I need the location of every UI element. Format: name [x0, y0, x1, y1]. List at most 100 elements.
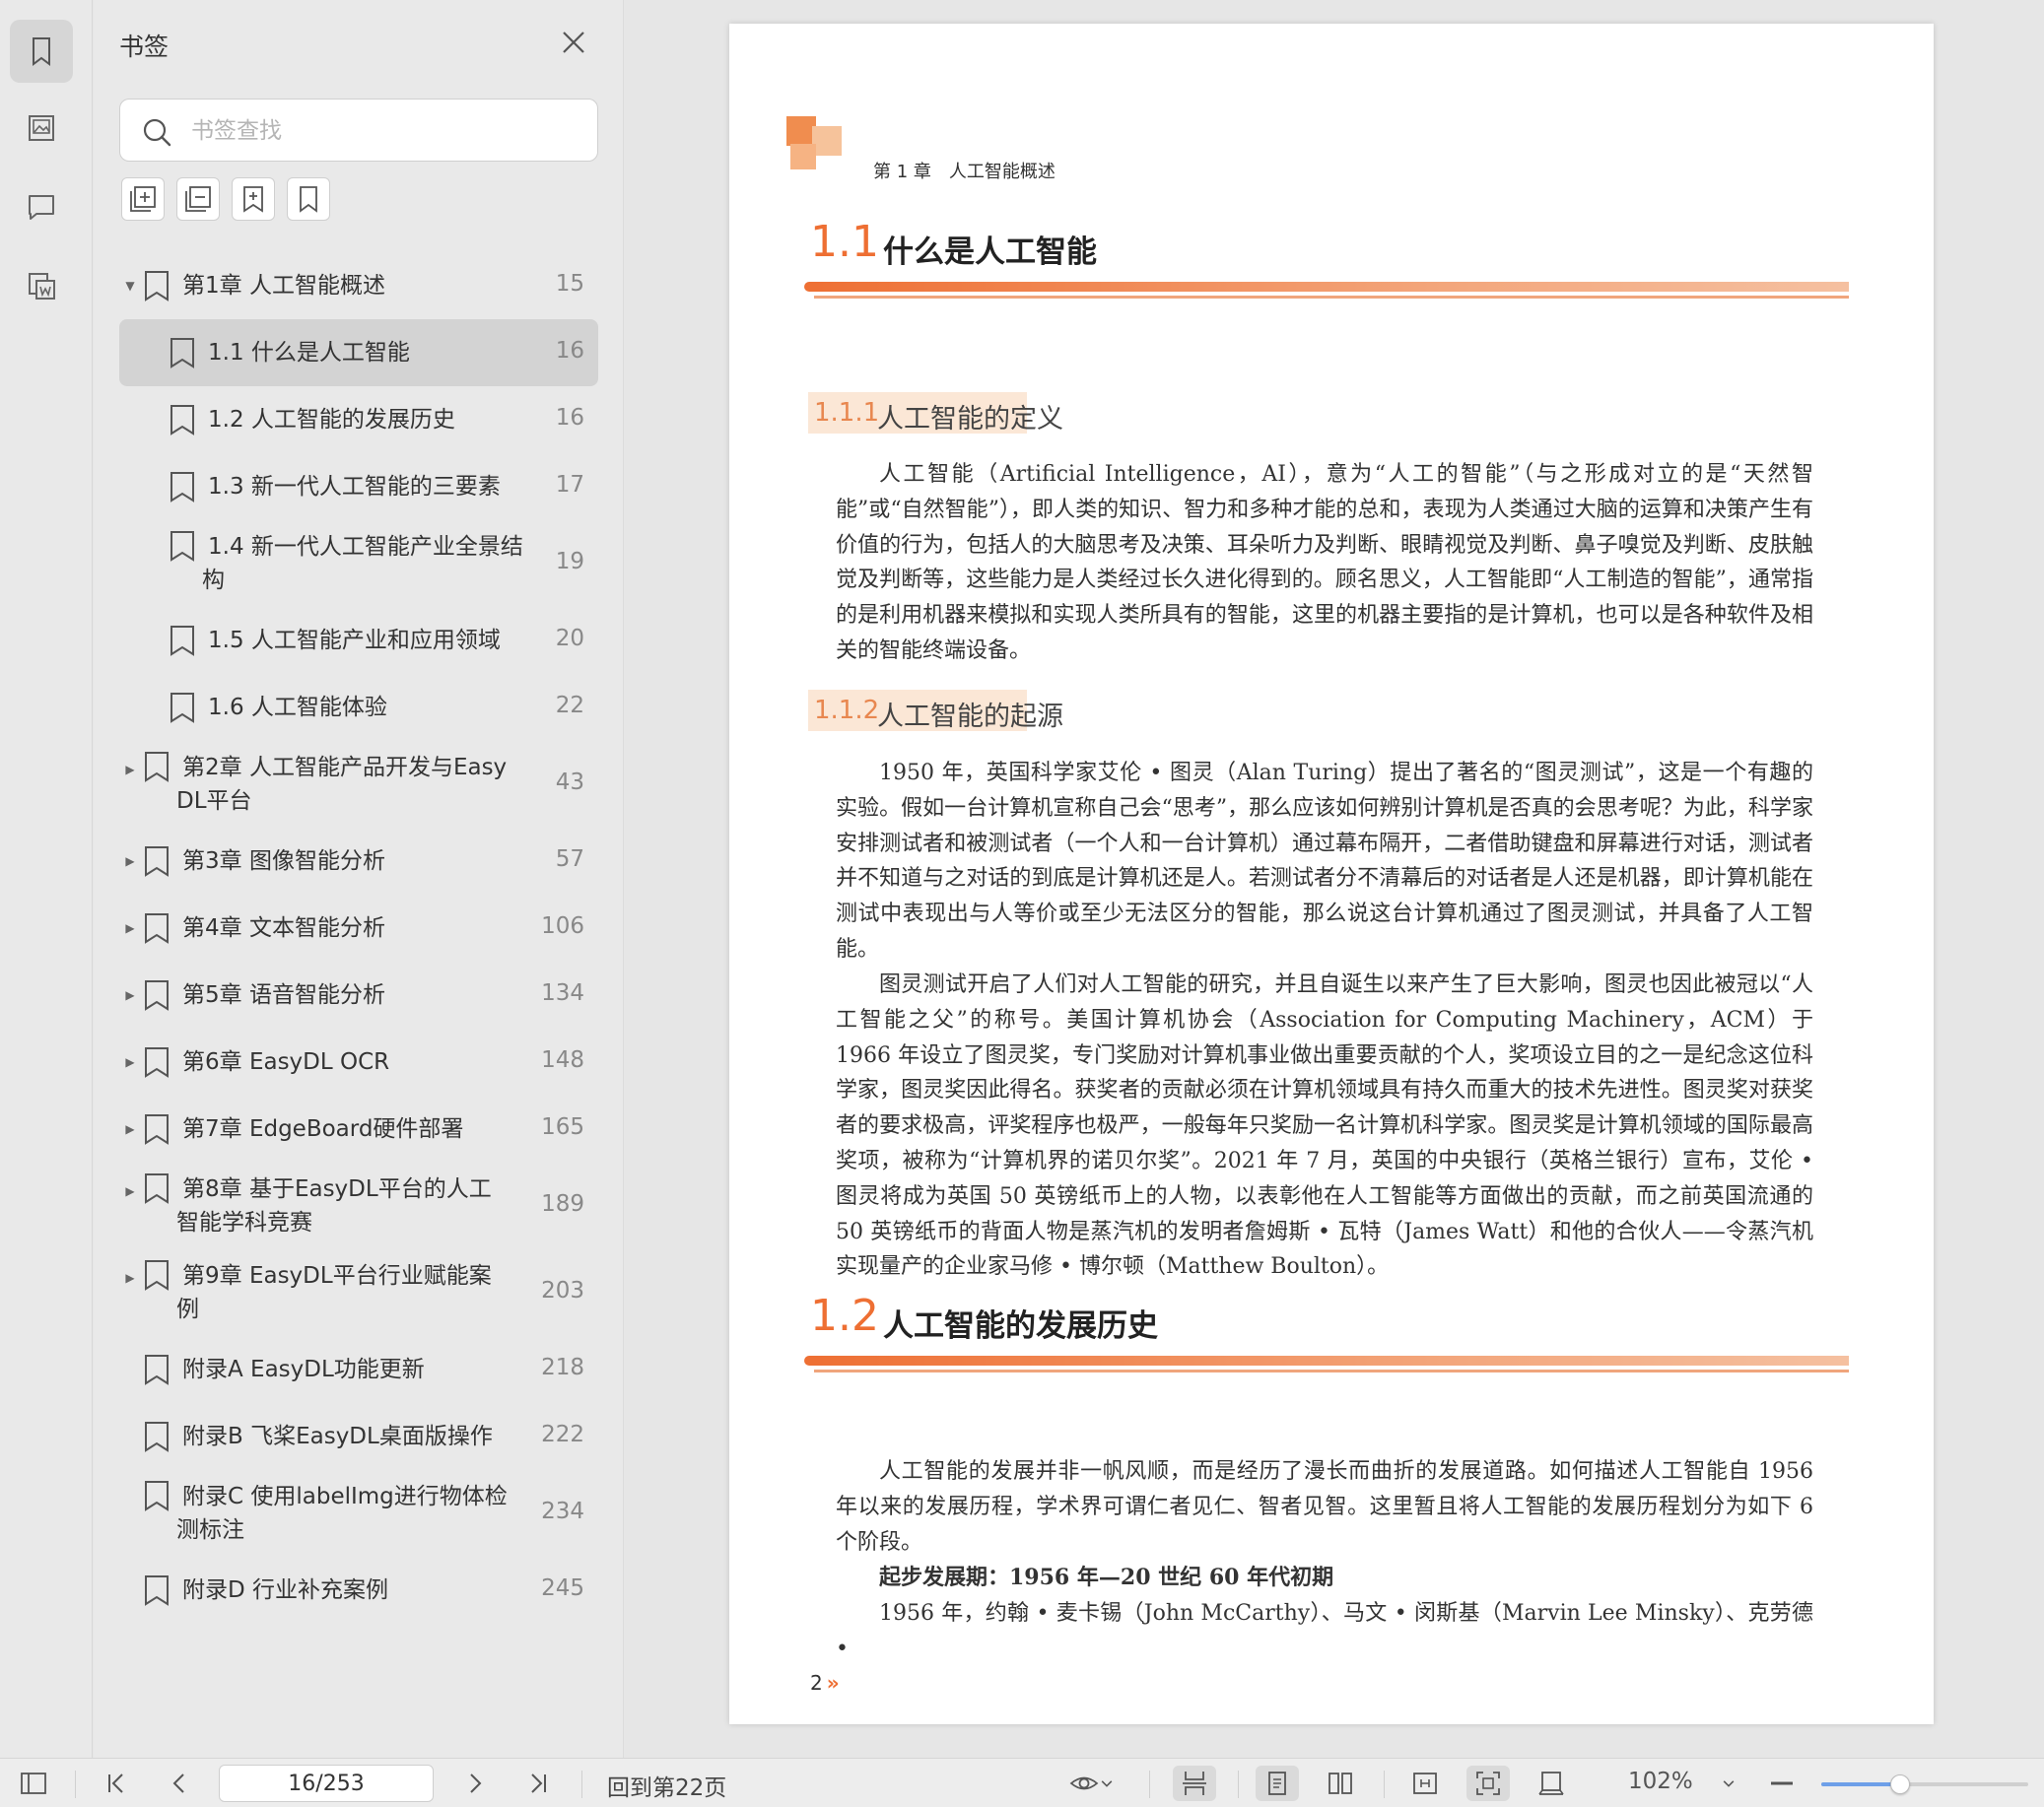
- section-number: 1.1: [810, 217, 879, 267]
- bookmark-label: 附录B 飞桨EasyDL桌面版操作: [182, 1420, 493, 1453]
- bookmark-item[interactable]: 1.1 什么是人工智能 16: [119, 319, 598, 386]
- thumbnail-panel-button[interactable]: [10, 97, 73, 160]
- bookmark-item[interactable]: ▶ 第5章 语音智能分析 134: [119, 962, 598, 1029]
- bookmark-label-line: 构: [202, 568, 225, 593]
- bookmark-item[interactable]: 1.5 人工智能产业和应用领域 20: [119, 607, 598, 674]
- attachment-panel-button[interactable]: [10, 254, 73, 317]
- caret-down-icon[interactable]: ▼: [123, 279, 137, 293]
- chevron-right-icon: »: [826, 1671, 840, 1695]
- search-icon: [143, 118, 171, 147]
- zoom-level[interactable]: 102%: [1628, 1769, 1693, 1794]
- caret-right-icon[interactable]: ▶: [123, 1055, 137, 1069]
- left-icon-rail: [0, 0, 93, 1758]
- zoom-slider-handle[interactable]: [1889, 1774, 1910, 1794]
- bookmark-label-line: 第3章 图像智能分析: [182, 848, 385, 874]
- bookmark-item[interactable]: ▶ 第2章 人工智能产品开发与Easy DL平台 43: [119, 741, 598, 828]
- comment-icon: [29, 195, 54, 220]
- bookmark-item[interactable]: 附录A EasyDL功能更新 218: [119, 1336, 598, 1403]
- bookmark-item[interactable]: 附录D 行业补充案例 245: [119, 1557, 598, 1624]
- document-page: 第 1 章 人工智能概述 1.1 什么是人工智能 1.1.1 人工智能的定义 人…: [729, 24, 1934, 1724]
- bookmark-item[interactable]: ▶ 第9章 EasyDL平台行业赋能案例 203: [119, 1249, 598, 1336]
- add-bookmark-button[interactable]: [232, 177, 275, 221]
- bookmark-label: 第2章 人工智能产品开发与Easy DL平台: [176, 751, 507, 818]
- close-icon[interactable]: [559, 28, 588, 57]
- caret-right-icon[interactable]: ▶: [123, 988, 137, 1002]
- actual-size-button[interactable]: [1530, 1766, 1573, 1801]
- bookmark-item[interactable]: 1.3 新一代人工智能的三要素 17: [119, 453, 598, 520]
- bookmark-add-icon: [243, 186, 263, 213]
- paragraph: 1950 年，英国科学家艾伦 • 图灵（Alan Turing）提出了著名的“图…: [836, 761, 1813, 962]
- bookmark-icon: [170, 338, 194, 368]
- bookmark-label: 第9章 EasyDL平台行业赋能案例: [176, 1259, 492, 1326]
- bookmark-icon: [145, 752, 169, 782]
- caret-right-icon[interactable]: ▶: [123, 763, 137, 776]
- bookmark-item[interactable]: 附录C 使用labelImg进行物体检 测标注 234: [119, 1470, 598, 1557]
- bookmark-item[interactable]: 1.2 人工智能的发展历史 16: [119, 386, 598, 453]
- previous-page-button[interactable]: [162, 1766, 197, 1801]
- bookmark-item[interactable]: ▶ 第3章 图像智能分析 57: [119, 828, 598, 895]
- bookmark-icon: [145, 1047, 169, 1078]
- first-page-button[interactable]: [99, 1766, 134, 1801]
- chevron-right-icon: [470, 1774, 482, 1793]
- fit-width-button[interactable]: [1403, 1766, 1447, 1801]
- bookmark-label: 第1章 人工智能概述: [182, 269, 385, 302]
- bookmark-panel-button[interactable]: [10, 20, 73, 83]
- bookmark-page-number: 165: [541, 1114, 584, 1140]
- bookmark-search[interactable]: [119, 99, 598, 162]
- bookmark-item[interactable]: ▼ 第1章 人工智能概述 15: [119, 252, 598, 319]
- separator: [1149, 1771, 1150, 1798]
- single-page-button[interactable]: [1256, 1766, 1299, 1801]
- fit-page-button[interactable]: [1466, 1766, 1510, 1801]
- bookmark-item[interactable]: 1.4 新一代人工智能产业全景结构 19: [119, 520, 598, 607]
- page-number-input[interactable]: [219, 1765, 434, 1802]
- zoom-slider[interactable]: [1821, 1774, 2028, 1794]
- caret-right-icon[interactable]: ▶: [123, 921, 137, 935]
- view-mode-dropdown[interactable]: [1062, 1766, 1122, 1801]
- bookmark-icon: [145, 913, 169, 944]
- bookmark-item[interactable]: ▶ 第8章 基于EasyDL平台的人工 智能学科竞赛 189: [119, 1163, 598, 1249]
- bookmark-icon: [145, 1422, 169, 1452]
- caret-right-icon[interactable]: ▶: [123, 1184, 137, 1198]
- section-title: 什么是人工智能: [883, 234, 1097, 270]
- bookmark-outline-icon: [300, 186, 317, 213]
- separator: [1238, 1771, 1239, 1798]
- next-page-button[interactable]: [457, 1766, 493, 1801]
- section-rule-thin: [814, 1370, 1849, 1372]
- zoom-out-button[interactable]: [1764, 1766, 1800, 1801]
- bookmark-item[interactable]: ▶ 第6章 EasyDL OCR 148: [119, 1029, 598, 1096]
- bookmark-label: 第7章 EdgeBoard硬件部署: [182, 1112, 463, 1146]
- go-back-to-page-link[interactable]: 回到第22页: [607, 1769, 726, 1802]
- bookmark-item[interactable]: ▶ 第4章 文本智能分析 106: [119, 895, 598, 962]
- bookmark-label: 1.5 人工智能产业和应用领域: [208, 624, 501, 657]
- scroll-pages-icon: [1183, 1772, 1206, 1795]
- last-page-button[interactable]: [520, 1766, 556, 1801]
- bookmark-page-number: 19: [555, 549, 584, 574]
- continuous-scroll-button[interactable]: [1173, 1766, 1216, 1801]
- caret-right-icon[interactable]: ▶: [123, 1271, 137, 1285]
- bookmark-icon: [145, 1481, 169, 1511]
- two-page-button[interactable]: [1319, 1766, 1362, 1801]
- bookmark-item[interactable]: 1.6 人工智能体验 22: [119, 674, 598, 741]
- pages-icon: [29, 273, 55, 300]
- bookmark-button[interactable]: [287, 177, 330, 221]
- comment-panel-button[interactable]: [10, 175, 73, 238]
- bookmark-search-input[interactable]: [191, 111, 585, 151]
- document-viewport[interactable]: 第 1 章 人工智能概述 1.1 什么是人工智能 1.1.1 人工智能的定义 人…: [625, 0, 2044, 1758]
- bookmark-label-line: 1.1 什么是人工智能: [208, 340, 410, 366]
- actual-size-icon: [1538, 1772, 1564, 1795]
- bookmark-icon: [170, 693, 194, 723]
- single-page-icon: [1268, 1772, 1286, 1795]
- bookmark-label: 1.2 人工智能的发展历史: [208, 403, 455, 436]
- expand-all-button[interactable]: [121, 177, 165, 221]
- chevron-down-icon: [1101, 1780, 1113, 1787]
- caret-right-icon[interactable]: ▶: [123, 854, 137, 868]
- separator: [581, 1771, 582, 1798]
- running-head: 第 1 章 人工智能概述: [873, 162, 1056, 182]
- bookmark-item[interactable]: 附录B 飞桨EasyDL桌面版操作 222: [119, 1403, 598, 1470]
- collapse-all-button[interactable]: [176, 177, 220, 221]
- bookmark-item[interactable]: ▶ 第7章 EdgeBoard硬件部署 165: [119, 1096, 598, 1163]
- caret-right-icon[interactable]: ▶: [123, 1122, 137, 1136]
- zoom-dropdown[interactable]: [1715, 1766, 1742, 1801]
- bookmark-page-number: 57: [555, 846, 584, 872]
- toggle-sidebar-button[interactable]: [14, 1766, 53, 1801]
